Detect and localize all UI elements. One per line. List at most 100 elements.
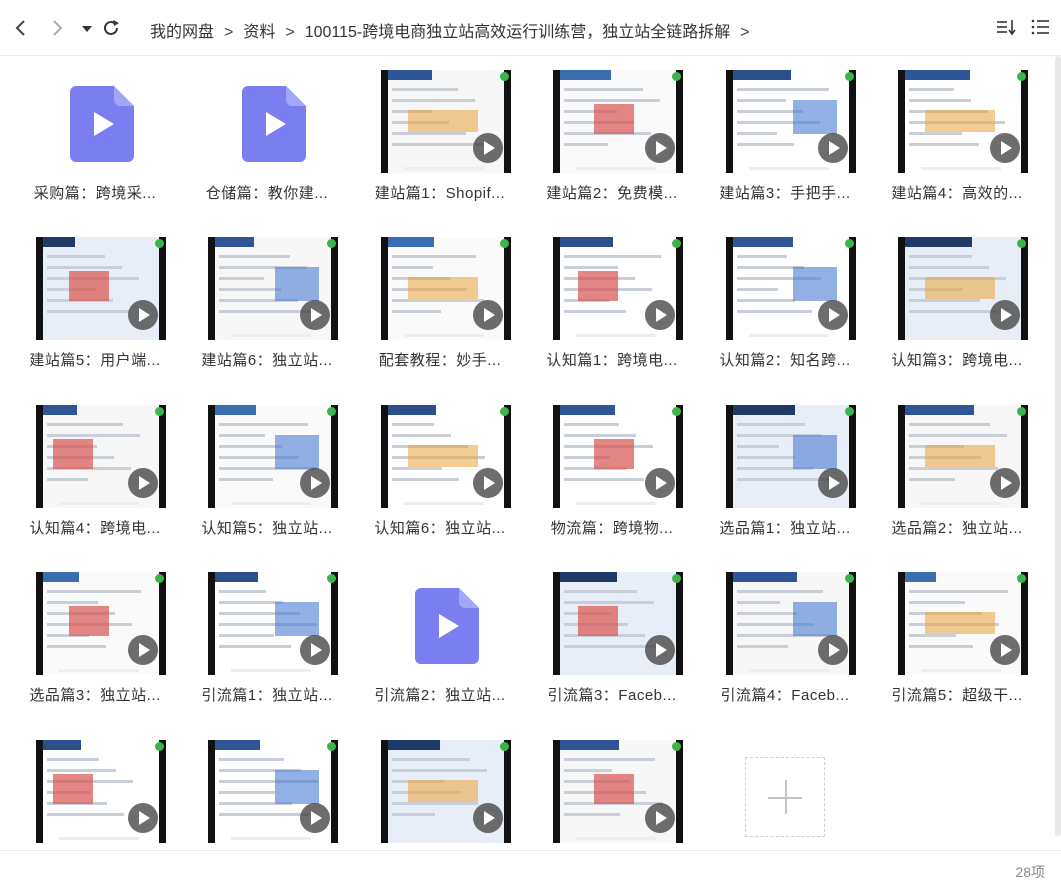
scrollbar[interactable] <box>1055 56 1061 840</box>
play-icon[interactable] <box>818 468 848 498</box>
file-item[interactable]: 认知篇2：知名跨... <box>699 223 871 383</box>
video-thumbnail <box>381 237 511 340</box>
video-thumbnail <box>36 740 166 843</box>
breadcrumb-item-folder[interactable]: 资料 <box>243 18 275 42</box>
play-icon[interactable] <box>300 803 330 833</box>
breadcrumb-item-root[interactable]: 我的网盘 <box>150 18 214 42</box>
play-icon[interactable] <box>128 635 158 665</box>
play-icon[interactable] <box>128 803 158 833</box>
file-item[interactable]: 建站篇5：用户端... <box>9 223 181 383</box>
file-item[interactable]: 认知篇6：独立站... <box>354 391 526 551</box>
add-file-button[interactable] <box>745 757 825 837</box>
video-thumbnail <box>208 572 338 675</box>
file-name: 引流篇3：Faceb... <box>547 687 677 704</box>
file-item[interactable]: 认知篇3：跨境电... <box>871 223 1043 383</box>
play-icon[interactable] <box>473 803 503 833</box>
video-thumbnail <box>898 237 1028 340</box>
list-view-icon[interactable] <box>1029 16 1051 38</box>
file-item[interactable]: 建站篇1：Shopif... <box>354 56 526 216</box>
file-item[interactable]: 选品篇2：独立站... <box>871 391 1043 551</box>
file-name: 建站篇1：Shopif... <box>374 185 506 202</box>
file-name: 引流篇2：独立站... <box>374 687 506 704</box>
file-name: 认知篇6：独立站... <box>374 520 506 537</box>
file-name: 建站篇4：高效的... <box>891 185 1023 202</box>
file-item[interactable]: 引流篇5：超级干... <box>871 558 1043 718</box>
history-dropdown-icon[interactable] <box>76 16 98 40</box>
video-thumbnail <box>726 70 856 173</box>
file-item[interactable]: 建站篇3：手把手... <box>699 56 871 216</box>
play-icon[interactable] <box>128 300 158 330</box>
play-icon[interactable] <box>300 635 330 665</box>
file-item[interactable]: 建站篇4：高效的... <box>871 56 1043 216</box>
play-icon[interactable] <box>818 133 848 163</box>
play-icon[interactable] <box>990 468 1020 498</box>
play-icon[interactable] <box>645 468 675 498</box>
video-thumbnail <box>381 70 511 173</box>
video-thumbnail <box>208 237 338 340</box>
video-thumbnail <box>208 405 338 508</box>
breadcrumb-trailing-chevron[interactable]: > <box>740 24 749 42</box>
video-thumbnail <box>36 405 166 508</box>
play-icon[interactable] <box>818 300 848 330</box>
file-item[interactable]: 建站篇2：免费模... <box>526 56 698 216</box>
file-item[interactable]: 引流篇4：Faceb... <box>699 558 871 718</box>
file-name: 引流篇5：超级干... <box>891 687 1023 704</box>
item-count: 28项 <box>1015 864 1045 880</box>
file-item[interactable]: 采购篇：跨境采... <box>9 56 181 216</box>
file-item[interactable]: 引流篇2：独立站... <box>354 558 526 718</box>
back-icon[interactable] <box>10 16 32 40</box>
play-icon[interactable] <box>473 468 503 498</box>
play-icon[interactable] <box>990 133 1020 163</box>
play-icon[interactable] <box>473 300 503 330</box>
file-item[interactable]: 引流篇3：Faceb... <box>526 558 698 718</box>
breadcrumb-separator: > <box>285 24 295 41</box>
play-icon[interactable] <box>645 803 675 833</box>
play-icon[interactable] <box>990 635 1020 665</box>
video-thumbnail <box>726 572 856 675</box>
file-item[interactable]: 选品篇1：独立站... <box>699 391 871 551</box>
video-thumbnail <box>898 572 1028 675</box>
video-file-icon <box>415 588 479 664</box>
video-thumbnail <box>208 740 338 843</box>
play-icon[interactable] <box>645 300 675 330</box>
play-icon[interactable] <box>473 133 503 163</box>
play-icon[interactable] <box>645 635 675 665</box>
file-item[interactable]: 配套教程：妙手... <box>354 223 526 383</box>
play-icon[interactable] <box>128 468 158 498</box>
file-name: 配套教程：妙手... <box>378 352 502 369</box>
file-item[interactable]: 认知篇5：独立站... <box>181 391 353 551</box>
file-name: 选品篇1：独立站... <box>719 520 851 537</box>
breadcrumb: 我的网盘 > 资料 >100115-跨境电商独立站高效运行训练营，独立站全链路拆解 > <box>150 18 760 42</box>
video-thumbnail <box>553 572 683 675</box>
file-item[interactable]: 认知篇4：跨境电... <box>9 391 181 551</box>
forward-icon[interactable] <box>46 16 68 40</box>
status-bar: 28项 <box>0 850 1061 889</box>
file-name: 仓储篇：教你建... <box>205 185 329 202</box>
toolbar: 我的网盘 > 资料 >100115-跨境电商独立站高效运行训练营，独立站全链路拆解 > <box>0 0 1061 56</box>
play-icon[interactable] <box>300 300 330 330</box>
breadcrumb-item-current[interactable]: 100115-跨境电商独立站高效运行训练营，独立站全链路拆解 <box>305 18 731 42</box>
video-file-icon <box>70 86 134 162</box>
file-name: 建站篇3：手把手... <box>719 185 851 202</box>
sort-icon[interactable] <box>995 16 1017 38</box>
video-thumbnail <box>726 237 856 340</box>
file-name: 认知篇3：跨境电... <box>891 352 1023 369</box>
file-name: 选品篇3：独立站... <box>29 687 161 704</box>
file-item[interactable]: 认知篇1：跨境电... <box>526 223 698 383</box>
file-name: 认知篇2：知名跨... <box>719 352 851 369</box>
play-icon[interactable] <box>990 300 1020 330</box>
video-thumbnail <box>553 237 683 340</box>
file-name: 建站篇5：用户端... <box>29 352 161 369</box>
play-icon[interactable] <box>645 133 675 163</box>
scrollbar-thumb[interactable] <box>1055 56 1061 836</box>
file-name: 建站篇6：独立站... <box>201 352 333 369</box>
file-item[interactable]: 仓储篇：教你建... <box>181 56 353 216</box>
file-item[interactable]: 选品篇3：独立站... <box>9 558 181 718</box>
play-icon[interactable] <box>818 635 848 665</box>
file-name: 选品篇2：独立站... <box>891 520 1023 537</box>
file-item[interactable]: 物流篇：跨境物... <box>526 391 698 551</box>
refresh-icon[interactable] <box>100 16 122 40</box>
play-icon[interactable] <box>300 468 330 498</box>
file-item[interactable]: 引流篇1：独立站... <box>181 558 353 718</box>
file-item[interactable]: 建站篇6：独立站... <box>181 223 353 383</box>
